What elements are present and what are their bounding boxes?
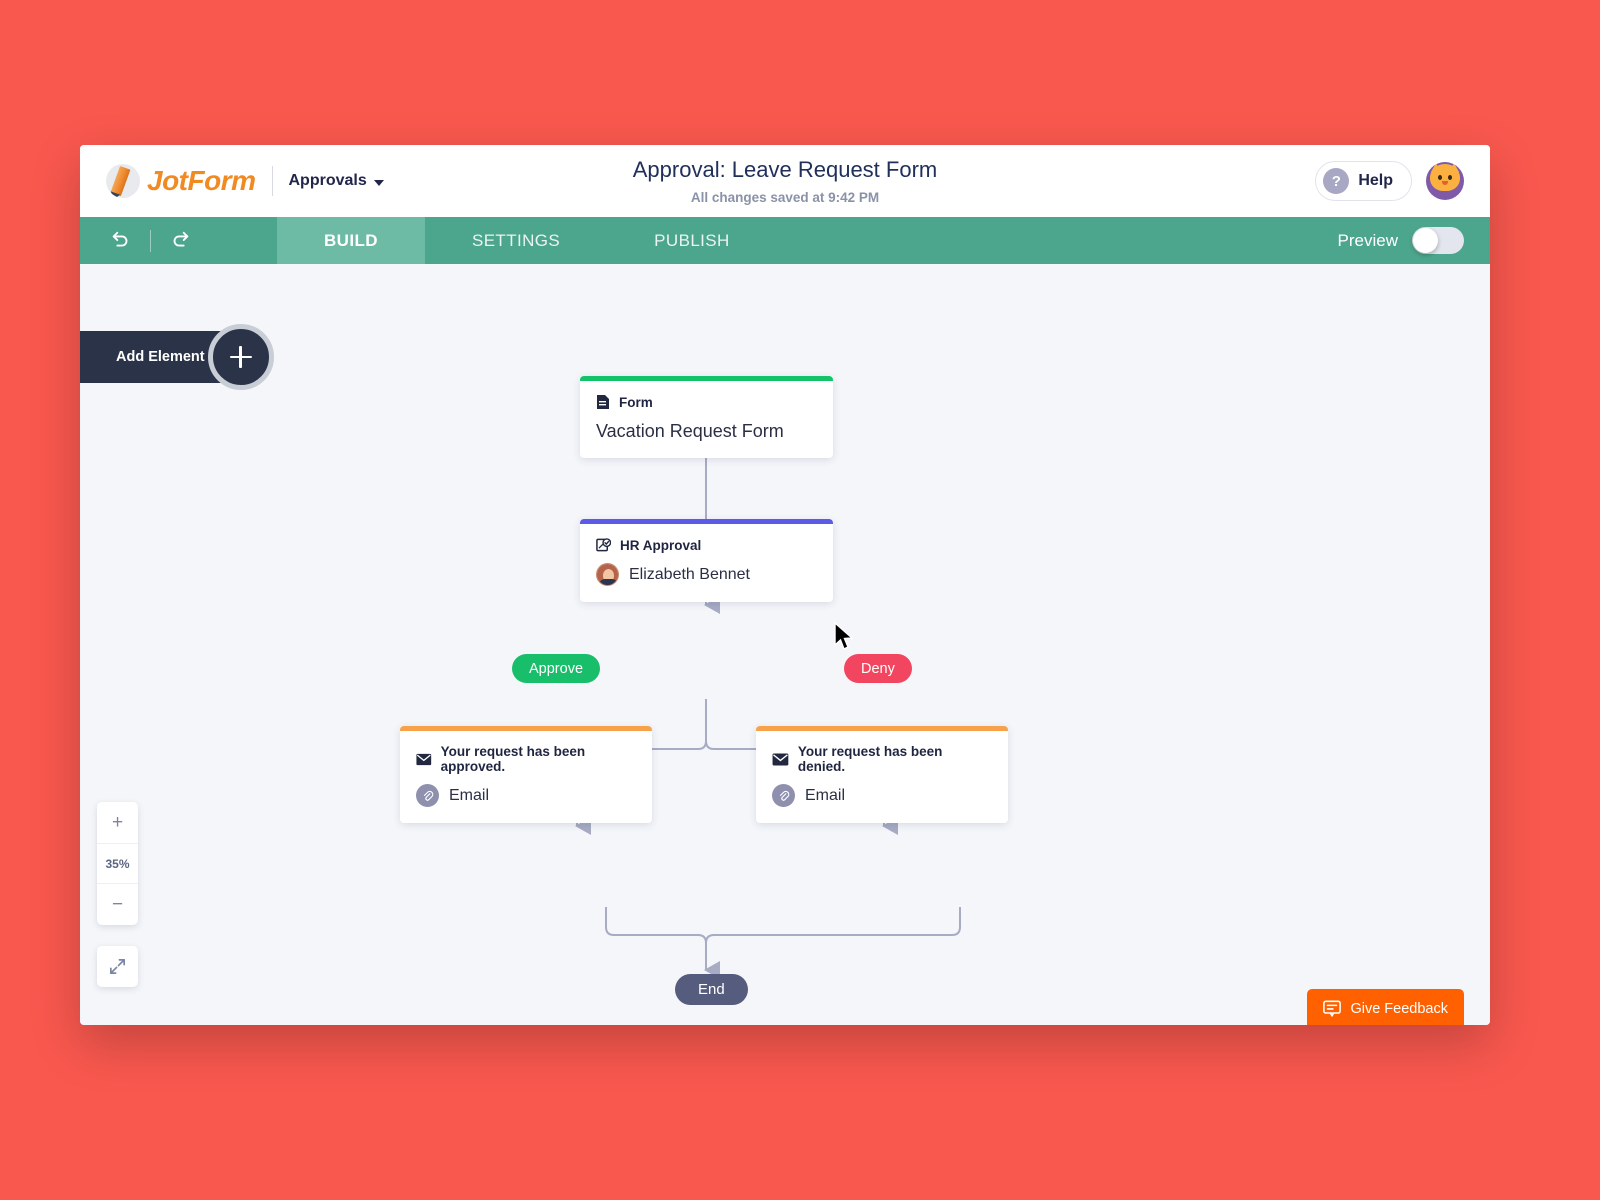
give-feedback-button[interactable]: Give Feedback [1307,989,1464,1025]
envelope-icon [772,752,789,766]
tab-settings[interactable]: SETTINGS [425,217,607,264]
node-approval-kicker: HR Approval [596,537,817,553]
approve-label: Approve [529,660,584,677]
plus-icon[interactable] [207,324,274,390]
node-email-approved-kicker: Your request has been approved. [416,744,636,774]
node-email-denied-channel: Email [772,784,992,807]
tab-build[interactable]: BUILD [277,217,425,264]
node-form-title: Vacation Request Form [596,421,784,441]
node-email-approved-text: Your request has been approved. [440,744,586,774]
feedback-label: Give Feedback [1350,1000,1448,1017]
brand: JotForm Approvals [80,164,384,198]
channel-label: Email [805,786,846,804]
node-email-approved-channel: Email [416,784,636,807]
app-window: JotForm Approvals Approval: Leave Reques… [80,145,1490,1025]
jotform-logo-icon[interactable] [106,164,140,198]
zoom-controls: + 35% − [97,802,138,925]
document-icon [597,395,609,409]
fit-screen-button[interactable] [97,946,138,987]
redo-arrow-icon[interactable] [163,224,197,258]
node-approval-assignee: Elizabeth Bennet [596,563,817,586]
toolbar-divider [150,229,151,252]
node-hr-approval[interactable]: HR Approval Elizabeth Bennet [580,519,833,602]
help-button-label: Help [1358,172,1393,189]
deny-label: Deny [861,660,895,677]
undo-arrow-icon[interactable] [104,224,138,258]
editor-toolbar: BUILD SETTINGS PUBLISH Preview [80,217,1490,264]
paperclip-icon [772,784,795,807]
node-end: End [675,974,748,1005]
speech-bubble-icon [1323,1000,1342,1017]
question-mark-icon: ? [1323,168,1350,194]
zoom-out-button[interactable]: − [97,884,138,925]
brand-name[interactable]: JotForm [147,165,256,197]
header-actions: ? Help [1315,161,1490,201]
node-email-denied[interactable]: Your request has been denied. Email [756,726,1008,823]
mouse-cursor [833,621,855,657]
node-email-approved[interactable]: Your request has been approved. Email [400,726,652,823]
section-dropdown[interactable]: Approvals [289,172,384,190]
branch-label-approve[interactable]: Approve [512,654,601,683]
node-email-denied-kicker: Your request has been denied. [772,744,992,774]
chevron-down-icon [373,179,384,186]
history-controls [80,217,197,264]
assignee-name: Elizabeth Bennet [629,565,750,583]
avatar[interactable] [1426,162,1464,200]
assignee-avatar [596,563,619,586]
envelope-icon [416,753,432,765]
preview-label: Preview [1337,230,1398,250]
workflow-canvas[interactable]: Add Element Form Vacation Request Form H… [80,264,1490,1025]
preview-control: Preview [1338,217,1490,264]
section-label: Approvals [288,172,367,189]
approval-check-icon [596,538,611,552]
add-element-label: Add Element [116,349,205,365]
preview-toggle[interactable] [1412,227,1464,254]
zoom-in-label: + [111,811,124,833]
help-button[interactable]: ? Help [1315,161,1412,201]
node-email-denied-text: Your request has been denied. [797,744,943,774]
tab-publish[interactable]: PUBLISH [607,217,777,264]
fit-screen-icon [109,958,126,975]
end-label: End [698,981,725,998]
node-form[interactable]: Form Vacation Request Form [580,376,833,458]
paperclip-icon [416,784,439,807]
add-element-button[interactable]: Add Element [80,324,274,390]
node-form-label: Form [619,394,653,410]
node-approval-label: HR Approval [620,537,702,553]
app-header: JotForm Approvals Approval: Leave Reques… [80,145,1490,217]
branch-label-deny[interactable]: Deny [844,654,912,683]
node-form-kicker: Form [596,394,817,410]
zoom-out-label: − [111,893,124,915]
channel-label: Email [449,786,490,804]
brand-divider [271,166,273,196]
editor-tabs: BUILD SETTINGS PUBLISH [277,217,777,264]
zoom-in-button[interactable]: + [97,802,138,843]
zoom-level: 35% [97,843,138,884]
